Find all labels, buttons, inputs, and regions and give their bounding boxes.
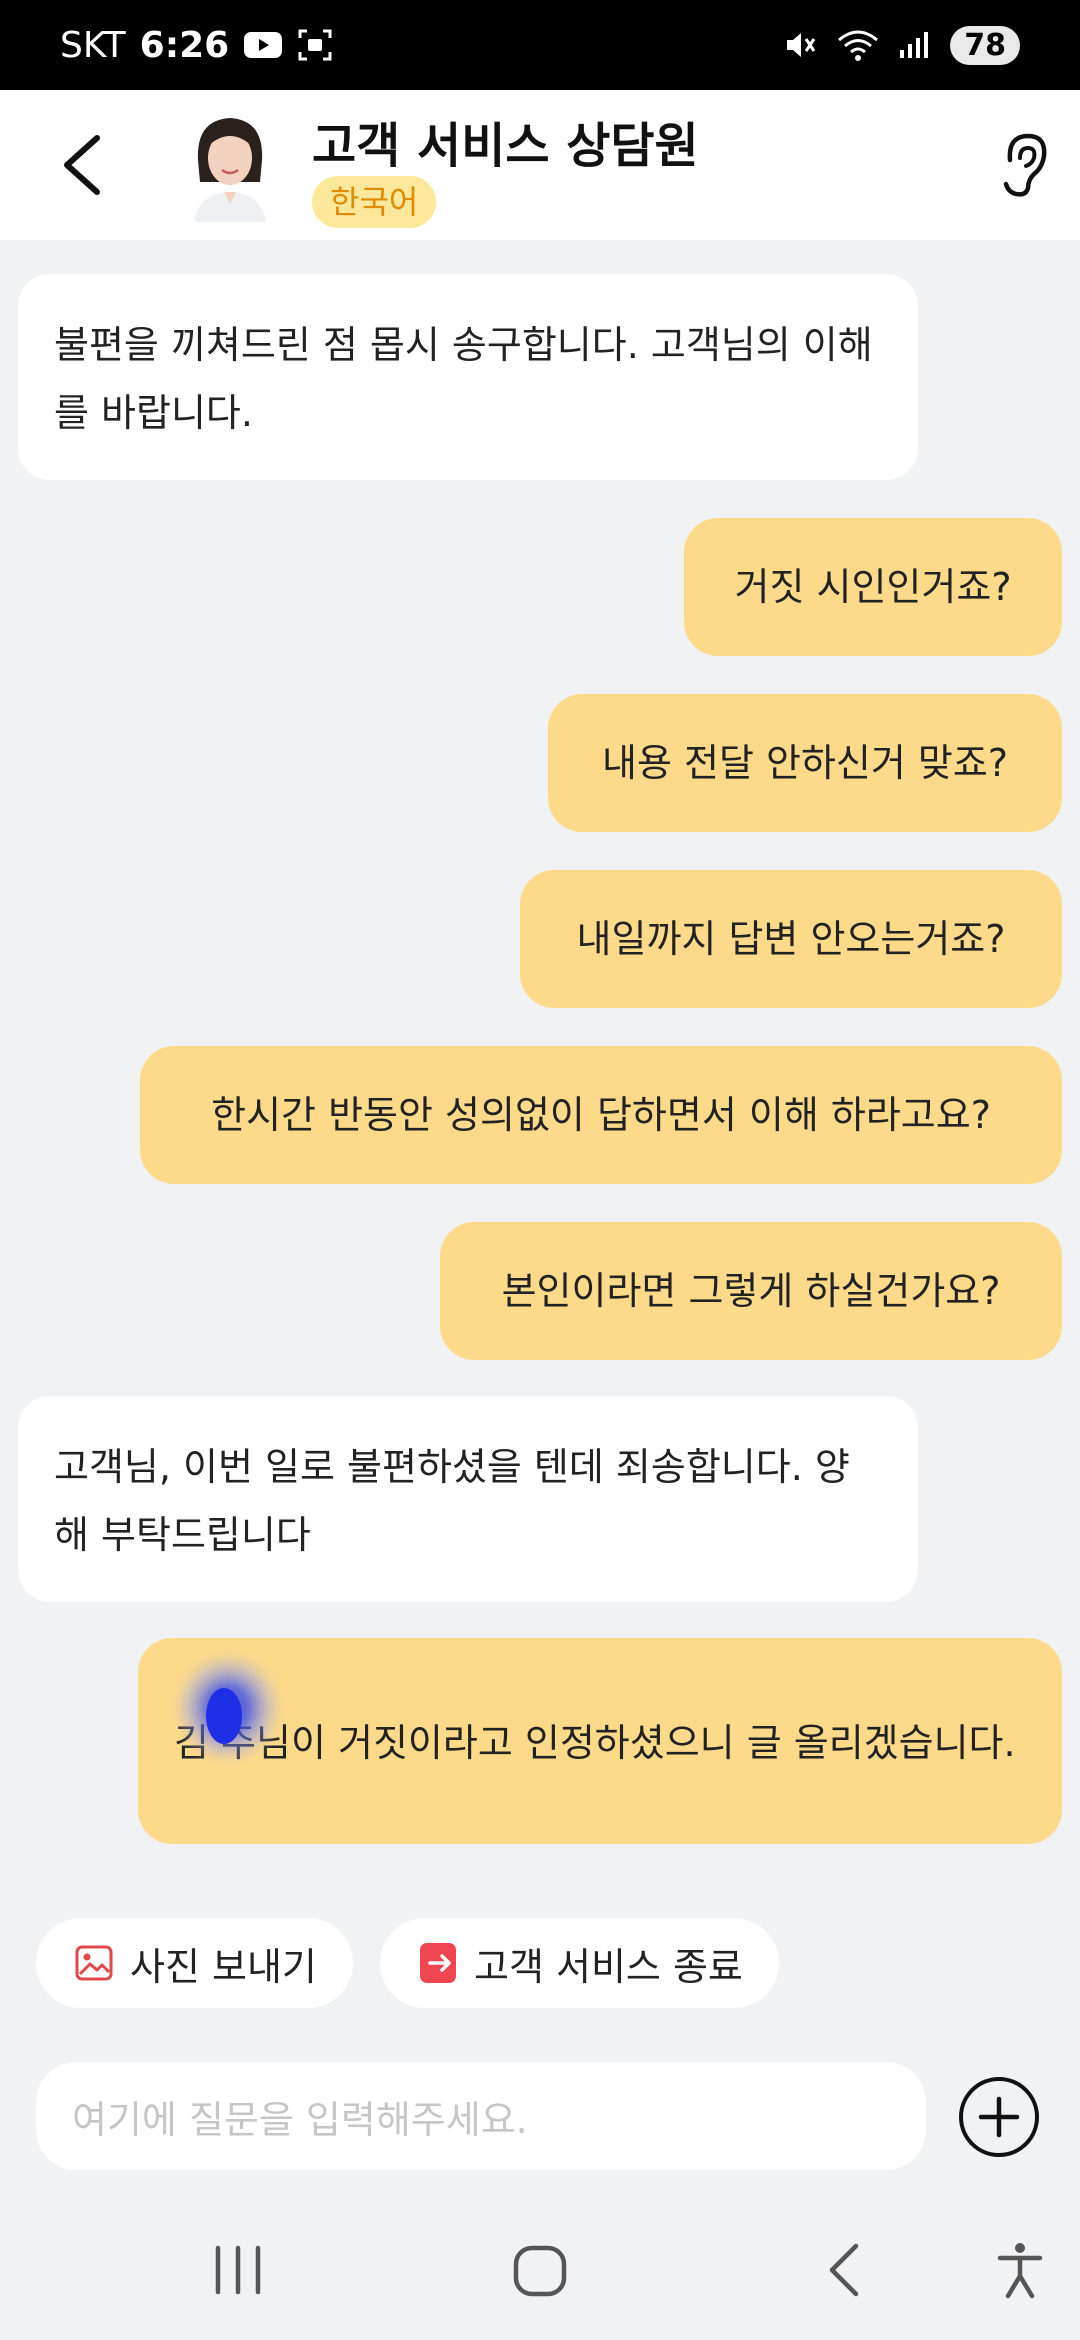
screenshot-icon	[298, 29, 332, 61]
language-badge[interactable]: 한국어	[312, 176, 437, 228]
send-photo-label: 사진 보내기	[130, 1944, 317, 1989]
message-input[interactable]: 여기에 질문을 입력해주세요.	[36, 2062, 926, 2170]
plus-icon[interactable]	[956, 2074, 1042, 2160]
home-icon[interactable]	[512, 2240, 568, 2300]
status-bar: SKT 6:26 78	[0, 0, 1080, 90]
exit-icon	[420, 1943, 456, 1983]
ear-icon[interactable]	[992, 130, 1052, 200]
user-message: 내일까지 답변 안오는거죠?	[520, 870, 1062, 1008]
user-message: 김 주님이 거짓이라고 인정하셨으니 글 올리겠습니다.	[138, 1638, 1062, 1844]
user-message: 한시간 반동안 성의없이 답하면서 이해 하라고요?	[140, 1046, 1062, 1184]
agent-message: 고객님, 이번 일로 불편하셨을 텐데 죄송합니다. 양해 부탁드립니다	[18, 1396, 918, 1602]
message-text: 한시간 반동안 성의없이 답하면서 이해 하라고요?	[211, 1093, 991, 1137]
message-text: 거짓 시인인거죠?	[734, 565, 1012, 609]
agent-message: 불편을 끼쳐드린 점 몹시 송구합니다. 고객님의 이해를 바랍니다.	[18, 274, 918, 480]
wifi-icon	[838, 30, 879, 61]
youtube-icon	[244, 32, 283, 58]
back-arrow-icon[interactable]	[55, 130, 115, 200]
signal-icon	[900, 32, 929, 58]
recent-apps-icon[interactable]	[210, 2240, 266, 2300]
message-text: 고객님, 이번 일로 불편하셨을 텐데 죄송합니다. 양해 부탁드립니다	[54, 1445, 850, 1557]
message-text: 본인이라면 그렇게 하실건가요?	[501, 1269, 1001, 1313]
send-photo-button[interactable]: 사진 보내기	[36, 1918, 353, 2008]
message-text: 불편을 끼쳐드린 점 몹시 송구합니다. 고객님의 이해를 바랍니다.	[54, 323, 873, 435]
message-text: 내일까지 답변 안오는거죠?	[576, 917, 1006, 961]
back-icon[interactable]	[818, 2240, 874, 2300]
user-message: 거짓 시인인거죠?	[684, 518, 1062, 656]
chat-header: 고객 서비스 상담원 한국어	[0, 90, 1080, 240]
message-text: 김 주님이 거짓이라고 인정하셨으니 글 올리겠습니다.	[174, 1721, 1016, 1765]
page-title: 고객 서비스 상담원	[312, 118, 699, 174]
accessibility-icon[interactable]	[996, 2240, 1044, 2300]
message-text: 내용 전달 안하신거 맞죠?	[601, 741, 1008, 785]
redaction-blur	[168, 1646, 288, 1770]
photo-icon	[75, 1945, 113, 1981]
clock: 6:26	[139, 24, 230, 66]
carrier-label: SKT	[60, 24, 126, 66]
user-message: 본인이라면 그렇게 하실건가요?	[440, 1222, 1062, 1360]
system-nav-bar	[0, 2196, 1080, 2340]
end-service-label: 고객 서비스 종료	[474, 1944, 743, 1989]
user-message: 내용 전달 안하신거 맞죠?	[548, 694, 1062, 832]
battery-level: 78	[950, 25, 1020, 65]
mute-icon	[787, 33, 816, 57]
input-placeholder: 여기에 질문을 입력해주세요.	[72, 2097, 528, 2142]
agent-avatar	[188, 112, 272, 222]
end-service-button[interactable]: 고객 서비스 종료	[380, 1918, 779, 2008]
